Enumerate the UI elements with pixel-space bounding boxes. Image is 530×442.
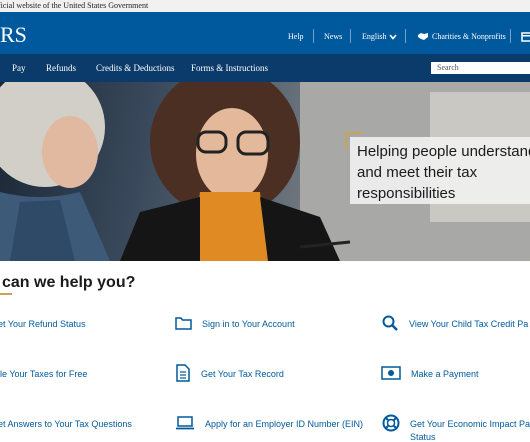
nav-item-refunds[interactable]: Refunds [46,63,76,73]
lifebuoy-icon [382,414,400,432]
news-link[interactable]: News [324,32,342,41]
refund-status-link[interactable]: et Your Refund Status [0,319,86,329]
help-link[interactable]: Help [288,32,304,41]
header-divider [405,29,406,43]
search-icon [382,315,398,331]
folder-icon [175,317,192,330]
language-selector[interactable]: English [362,32,386,41]
charities-nonprofits-link[interactable]: Charities & Nonprofits [432,32,506,41]
handshake-icon [418,33,428,40]
money-icon [381,366,401,380]
nav-item-credits-deductions[interactable]: Credits & Deductions [96,63,175,73]
nav-item-forms-instructions[interactable]: Forms & Instructions [191,63,268,73]
sign-in-account-link[interactable]: Sign in to Your Account [202,319,295,329]
child-tax-credit-link[interactable]: View Your Child Tax Credit Pa [409,319,528,329]
make-payment-link[interactable]: Make a Payment [411,369,479,379]
briefcase-icon[interactable] [521,30,530,42]
title-accent-underline [0,293,12,295]
header-divider [350,29,351,43]
nav-item-pay[interactable]: Pay [12,63,26,73]
tax-questions-link[interactable]: et Answers to Your Tax Questions [0,419,132,429]
help-section-title: can we help you? [2,274,136,291]
document-icon [176,364,190,382]
economic-impact-payment-link-line2[interactable]: Status [410,432,436,442]
search-input[interactable]: Search [431,62,530,74]
file-taxes-free-link[interactable]: ile Your Taxes for Free [0,369,87,379]
employer-id-link[interactable]: Apply for an Employer ID Number (EIN) [205,419,363,429]
chevron-down-icon[interactable] [389,34,397,40]
site-header: RS Help News English Charities & Nonprof… [0,12,530,54]
irs-logo[interactable]: RS [0,22,27,48]
header-divider [510,29,511,43]
tax-record-link[interactable]: Get Your Tax Record [201,369,284,379]
laptop-icon [176,416,194,430]
hero-callout-text: Helping people understand and meet their… [357,143,530,202]
economic-impact-payment-link[interactable]: Get Your Economic Impact Pa [410,419,530,429]
gov-banner-text: ficial website of the United States Gove… [0,1,149,10]
header-divider [313,29,314,43]
